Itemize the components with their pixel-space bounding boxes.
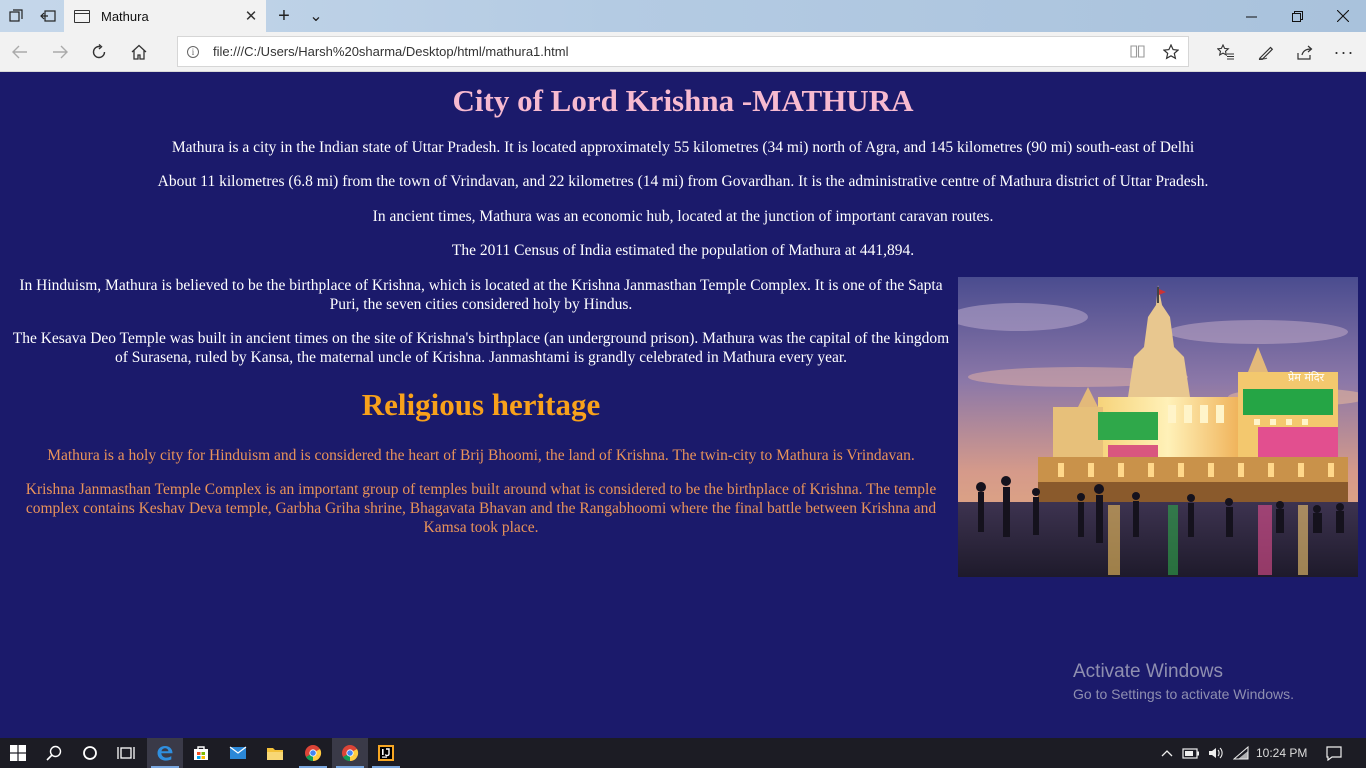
intellij-icon[interactable] [368, 738, 404, 768]
search-icon[interactable] [36, 738, 72, 768]
battery-icon[interactable] [1180, 738, 1202, 768]
web-note-pen-icon[interactable] [1246, 32, 1286, 72]
site-info-icon[interactable]: i [187, 45, 199, 58]
task-view-icon[interactable] [108, 738, 144, 768]
cortana-icon[interactable] [72, 738, 108, 768]
hinduism-paragraph: In Hinduism, Mathura is believed to be t… [19, 277, 943, 313]
restore-icon[interactable] [1274, 0, 1320, 32]
intro-paragraph-2: About 11 kilometres (6.8 mi) from the to… [157, 173, 1209, 190]
home-icon[interactable] [119, 32, 159, 72]
intro-paragraph-1: Mathura is a city in the Indian state of… [171, 139, 1195, 156]
volume-icon[interactable] [1205, 738, 1227, 768]
share-icon[interactable] [1285, 32, 1325, 72]
intro-paragraph-4: The 2011 Census of India estimated the p… [451, 242, 915, 259]
temple-sign-text: प्रेम मंदिर [1288, 371, 1325, 384]
religious-heritage-heading: Religious heritage [361, 387, 601, 422]
reading-view-icon[interactable] [1120, 36, 1154, 67]
wifi-icon[interactable] [1230, 738, 1252, 768]
favorite-star-icon[interactable] [1154, 36, 1188, 67]
page-icon [74, 9, 90, 23]
prem-mandir-temple-image: प्रेम मंदिर [958, 277, 1358, 577]
watermark-subtitle: Go to Settings to activate Windows. [1073, 686, 1294, 702]
close-window-icon[interactable] [1320, 0, 1366, 32]
chrome-icon[interactable] [295, 738, 331, 768]
store-icon[interactable] [183, 738, 219, 768]
tab-title: Mathura [101, 8, 149, 24]
address-url[interactable]: file:///C:/Users/Harsh%20sharma/Desktop/… [213, 44, 1120, 59]
tab-actions-icon[interactable] [0, 0, 32, 32]
file-explorer-icon[interactable] [257, 738, 293, 768]
more-options-icon[interactable]: ··· [1324, 32, 1364, 72]
intro-paragraph-3: In ancient times, Mathura was an economi… [372, 208, 994, 225]
new-tab-button[interactable]: + [268, 0, 300, 32]
favorites-hub-icon[interactable] [1206, 32, 1246, 72]
forward-icon[interactable] [40, 32, 80, 72]
tab-mathura[interactable]: Mathura ✕ [64, 0, 266, 32]
windows-taskbar: 10:24 PM [0, 738, 1366, 768]
minimize-icon[interactable] [1228, 0, 1274, 32]
page-content: City of Lord Krishna -MATHURA Mathura is… [0, 73, 1366, 738]
close-tab-icon[interactable]: ✕ [236, 0, 266, 32]
chrome-second-icon[interactable] [332, 738, 368, 768]
start-windows-icon[interactable] [0, 738, 36, 768]
kesava-paragraph: The Kesava Deo Temple was built in ancie… [12, 330, 950, 366]
activate-windows-watermark: Activate Windows Go to Settings to activ… [1073, 661, 1294, 702]
set-aside-tabs-icon[interactable] [32, 0, 64, 32]
address-bar[interactable]: i file:///C:/Users/Harsh%20sharma/Deskto… [177, 36, 1189, 67]
refresh-icon[interactable] [79, 32, 119, 72]
browser-titlebar: Mathura ✕ + ⌄ [0, 0, 1366, 32]
taskbar-clock[interactable]: 10:24 PM [1256, 738, 1307, 768]
watermark-title: Activate Windows [1073, 661, 1223, 682]
browser-toolbar: i file:///C:/Users/Harsh%20sharma/Deskto… [0, 32, 1366, 72]
action-center-icon[interactable] [1322, 738, 1346, 768]
tray-overflow-chevron-icon[interactable] [1158, 738, 1176, 768]
heritage-paragraph-1: Mathura is a holy city for Hinduism and … [47, 447, 915, 464]
back-icon[interactable] [0, 32, 40, 72]
page-title: City of Lord Krishna -MATHURA [452, 83, 914, 118]
tab-preview-chevron-icon[interactable]: ⌄ [300, 0, 332, 32]
heritage-paragraph-2: Krishna Janmasthan Temple Complex is an … [25, 481, 937, 536]
mail-icon[interactable] [220, 738, 256, 768]
edge-browser-icon[interactable] [147, 738, 183, 768]
